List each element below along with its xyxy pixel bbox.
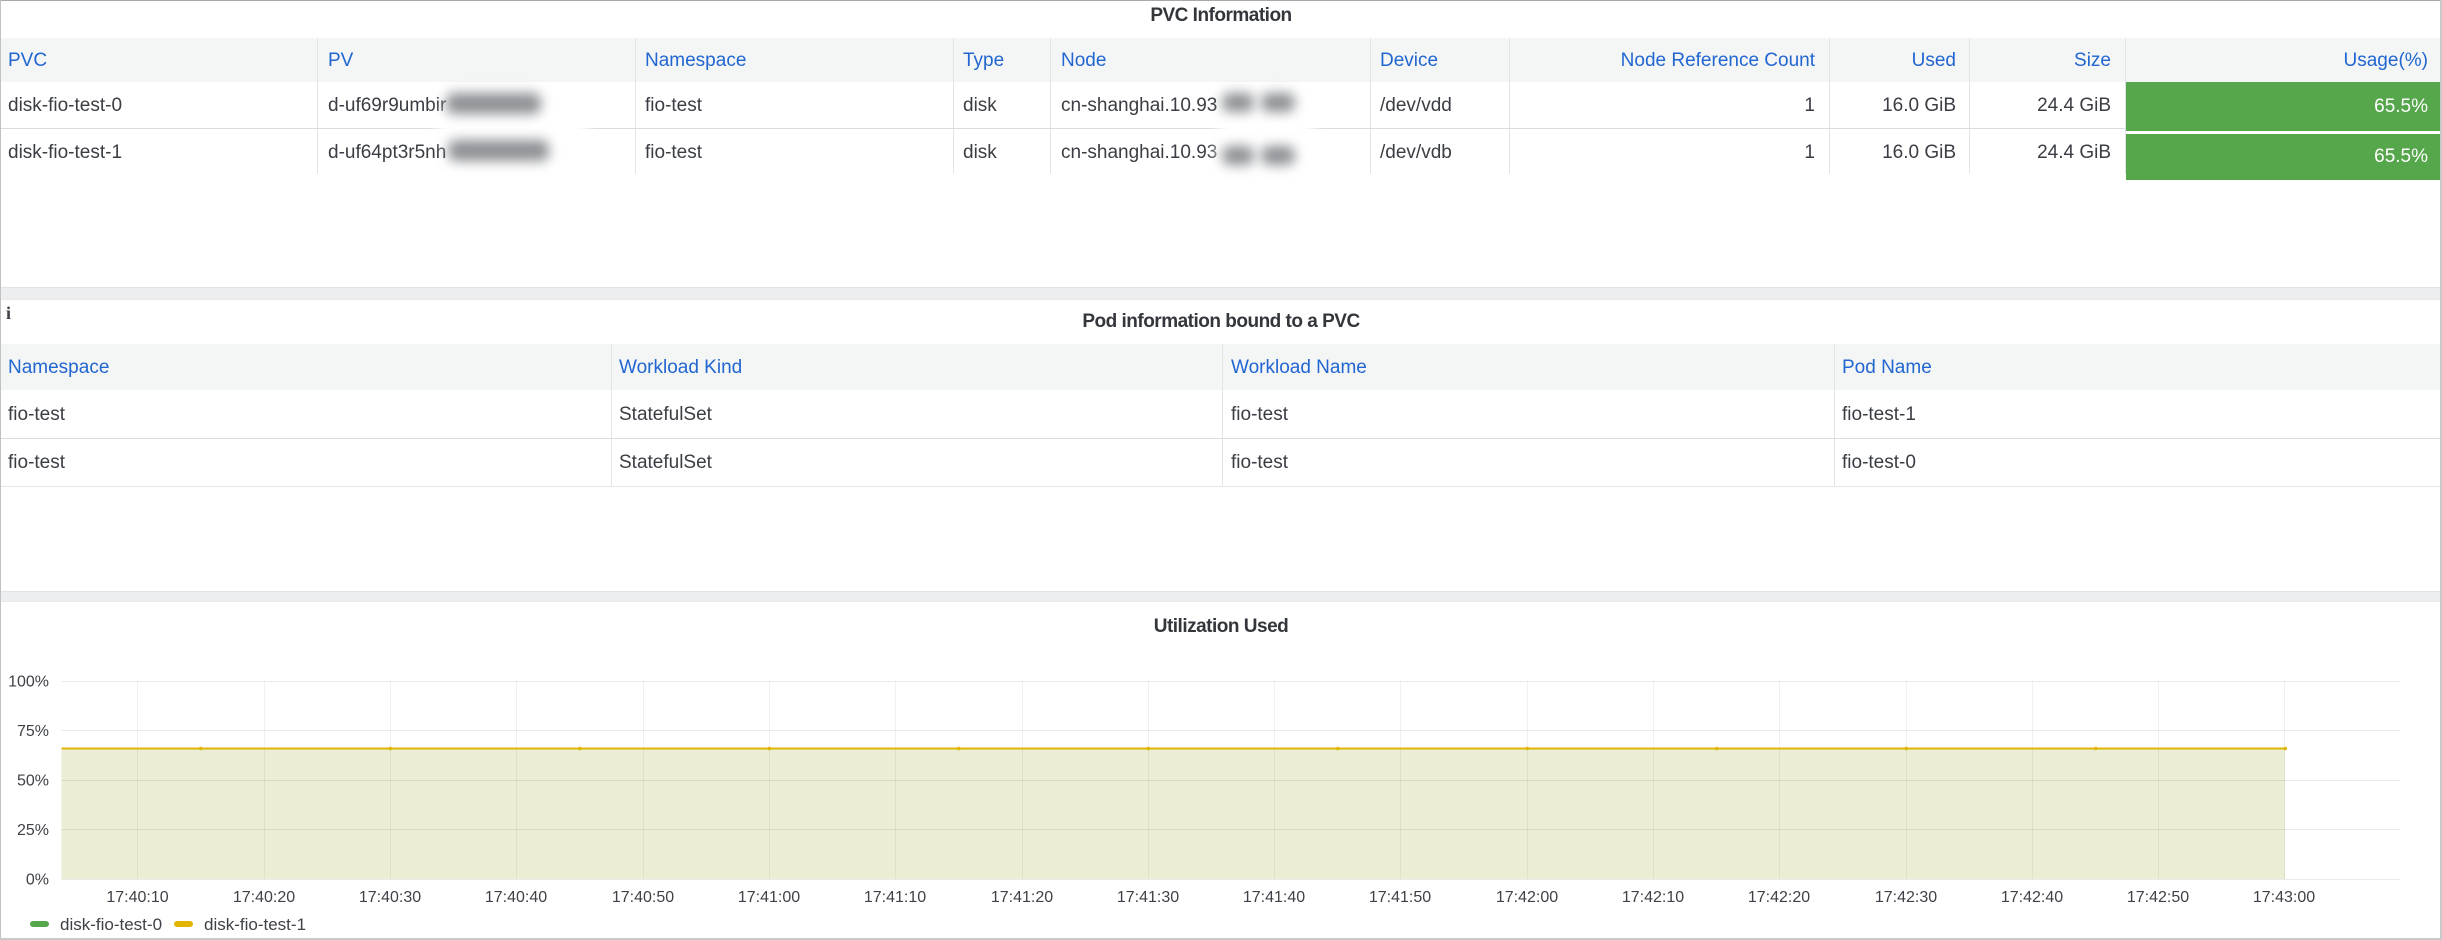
svg-text:25%: 25%: [17, 822, 49, 839]
svg-text:17:41:20: 17:41:20: [991, 889, 1053, 906]
svg-text:17:42:00: 17:42:00: [1496, 889, 1558, 906]
svg-text:17:40:50: 17:40:50: [612, 889, 674, 906]
svg-text:17:40:20: 17:40:20: [233, 889, 295, 906]
svg-text:0%: 0%: [26, 872, 49, 889]
svg-text:75%: 75%: [17, 723, 49, 740]
svg-text:17:41:30: 17:41:30: [1117, 889, 1179, 906]
svg-text:17:41:00: 17:41:00: [738, 889, 800, 906]
svg-text:50%: 50%: [17, 773, 49, 790]
svg-text:17:42:30: 17:42:30: [1875, 889, 1937, 906]
svg-text:17:42:40: 17:42:40: [2001, 889, 2063, 906]
svg-text:17:42:50: 17:42:50: [2127, 889, 2189, 906]
svg-text:17:43:00: 17:43:00: [2253, 889, 2315, 906]
svg-text:17:41:10: 17:41:10: [864, 889, 926, 906]
svg-text:17:42:20: 17:42:20: [1748, 889, 1810, 906]
svg-text:17:42:10: 17:42:10: [1622, 889, 1684, 906]
svg-text:17:40:10: 17:40:10: [106, 889, 168, 906]
svg-text:17:40:30: 17:40:30: [359, 889, 421, 906]
svg-text:17:40:40: 17:40:40: [485, 889, 547, 906]
svg-text:100%: 100%: [8, 674, 49, 691]
svg-text:disk-fio-test-1: disk-fio-test-1: [204, 915, 306, 934]
svg-text:disk-fio-test-0: disk-fio-test-0: [60, 915, 162, 934]
svg-text:17:41:40: 17:41:40: [1243, 889, 1305, 906]
svg-text:17:41:50: 17:41:50: [1369, 889, 1431, 906]
